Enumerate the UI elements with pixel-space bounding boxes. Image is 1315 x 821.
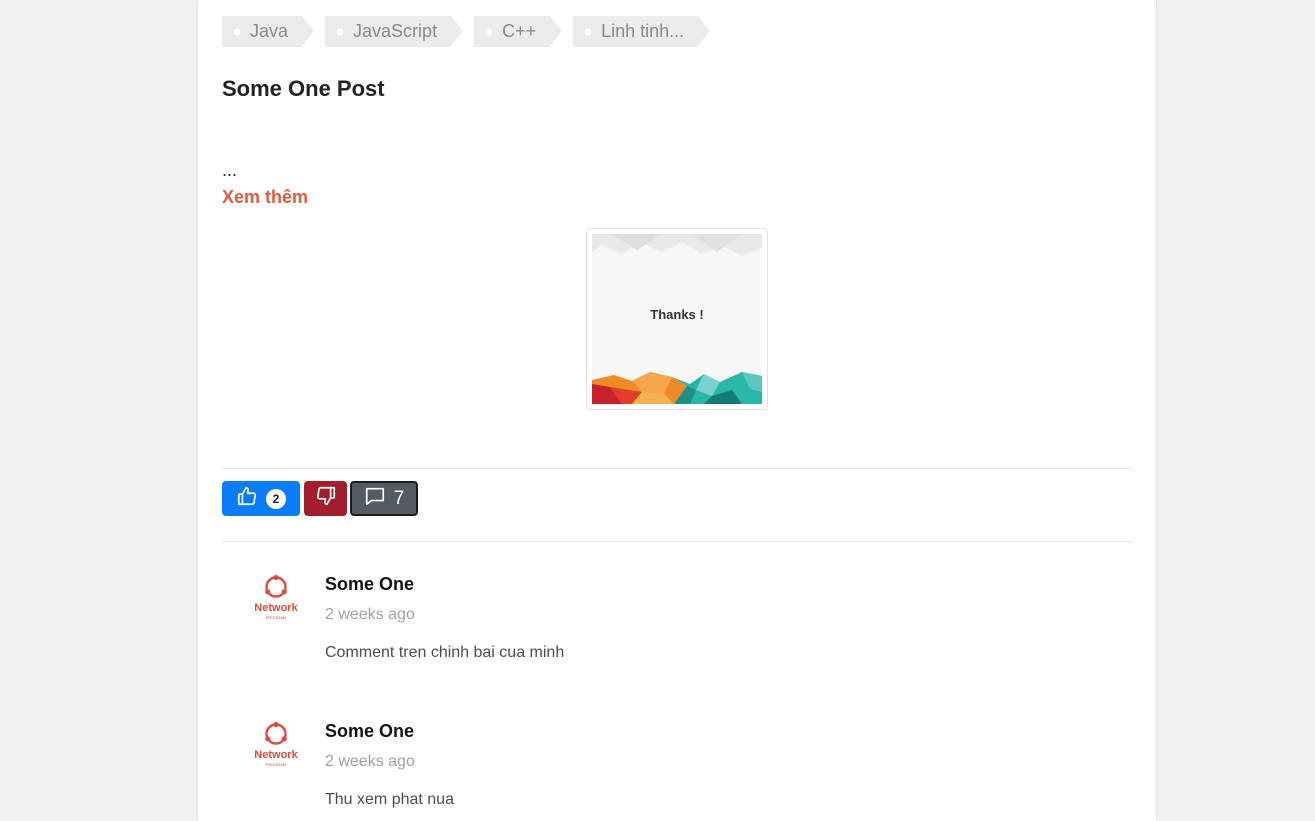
svg-text:Network: Network	[254, 749, 298, 761]
comment-count: 7	[393, 487, 405, 509]
post-title: Some One Post	[222, 76, 385, 101]
tag-label: C++	[502, 21, 537, 41]
network-logo-icon: Network PROGRAM	[254, 721, 299, 767]
read-more-link[interactable]: Xem thêm	[222, 187, 308, 208]
tag-label: Java	[250, 21, 289, 41]
tag-java[interactable]: Java	[222, 16, 315, 47]
avatar[interactable]: Network PROGRAM	[248, 572, 304, 628]
comment-author[interactable]: Some One	[325, 574, 414, 595]
like-button[interactable]: 2	[222, 481, 300, 516]
comment-time: 2 weeks ago	[325, 606, 415, 623]
tag-label: Linh tinh...	[601, 21, 685, 41]
svg-text:Network: Network	[254, 602, 298, 614]
thumbnail-caption: Thanks !	[650, 307, 704, 322]
dislike-button[interactable]	[304, 481, 347, 516]
tag-label: JavaScript	[353, 21, 438, 41]
tag-dot-icon	[584, 28, 593, 36]
post-thumbnail[interactable]: Thanks !	[586, 228, 768, 410]
thumbs-up-icon	[236, 485, 258, 512]
svg-text:PROGRAM: PROGRAM	[266, 762, 287, 767]
thumbs-down-icon	[315, 485, 337, 512]
svg-text:PROGRAM: PROGRAM	[266, 615, 287, 620]
thumbnail-image: Thanks !	[592, 234, 762, 404]
network-logo-icon: Network PROGRAM	[254, 574, 299, 620]
tag-dot-icon	[233, 28, 241, 36]
chat-bubble-icon	[364, 485, 386, 513]
like-count-badge: 2	[266, 488, 286, 509]
comment-text: Thu xem phat nua	[325, 791, 454, 808]
divider	[222, 468, 1132, 469]
tag-linh-tinh[interactable]: Linh tinh...	[573, 16, 711, 47]
avatar[interactable]: Network PROGRAM	[248, 719, 304, 775]
tag-list: Java JavaScript C++ Linh tinh...	[222, 16, 721, 47]
divider	[222, 541, 1132, 542]
post-card: Java JavaScript C++ Linh tinh... Some On…	[198, 0, 1156, 821]
tag-dot-icon	[336, 28, 345, 36]
tag-dot-icon	[485, 28, 494, 36]
comment-time: 2 weeks ago	[325, 753, 415, 770]
tag-javascript[interactable]: JavaScript	[325, 16, 464, 47]
comment-author[interactable]: Some One	[325, 721, 414, 742]
tag-cpp[interactable]: C++	[474, 16, 563, 47]
post-excerpt: ...	[222, 160, 238, 180]
comment-text: Comment tren chinh bai cua minh	[325, 644, 565, 661]
comment-button[interactable]: 7	[350, 481, 418, 516]
